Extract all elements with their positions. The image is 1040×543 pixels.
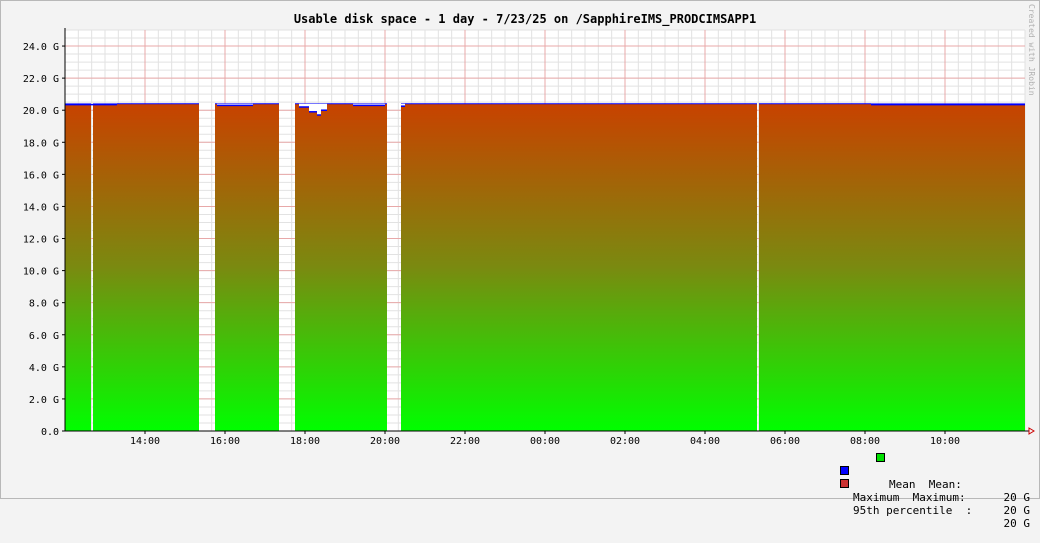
y-tick-label: 6.0 G [29, 331, 59, 342]
maximum-dip-fill [317, 103, 321, 116]
legend-value-maximum: 20 G [1003, 504, 1031, 517]
data-area-segment [215, 103, 279, 431]
maximum-dip-fill [309, 103, 317, 112]
y-tick-label: 14.0 G [23, 202, 59, 213]
y-tick-label: 2.0 G [29, 395, 59, 406]
y-tick-label: 20.0 G [23, 106, 59, 117]
legend-swatch-mean [876, 453, 885, 462]
x-tick-label: 20:00 [370, 436, 400, 447]
legend: Mean Mean: 20 G Maximum Maximum: 20 G 95… [840, 452, 1030, 530]
data-area-segment [295, 103, 387, 431]
y-tick-label: 16.0 G [23, 170, 59, 181]
legend-swatch-maximum [840, 466, 849, 475]
x-tick-label: 02:00 [610, 436, 640, 447]
x-tick-label: 10:00 [930, 436, 960, 447]
y-tick-label: 8.0 G [29, 299, 59, 310]
x-tick-label: 00:00 [530, 436, 560, 447]
x-tick-labels: 14:00 16:00 18:00 20:00 22:00 00:00 02:00 04:00… [130, 436, 960, 447]
x-tick-label: 06:00 [770, 436, 800, 447]
x-tick-label: 18:00 [290, 436, 320, 447]
legend-label-maximum: Maximum Maximum: [853, 491, 966, 504]
x-tick-label: 22:00 [450, 436, 480, 447]
x-axis-arrow [1028, 427, 1035, 435]
chart: Usable disk space - 1 day - 7/23/25 on /… [23, 4, 1036, 447]
y-tick-label: 12.0 G [23, 235, 59, 246]
x-tick-label: 16:00 [210, 436, 240, 447]
y-tick-labels: 0.0 2.0 G 4.0 G 6.0 G 8.0 G 10.0 G 12.0 G 14.0 … [23, 42, 59, 438]
data-area-segment [759, 103, 1025, 431]
chart-title: Usable disk space - 1 day - 7/23/25 on /… [294, 12, 756, 27]
data-area-segment [93, 103, 199, 431]
y-tick-label: 10.0 G [23, 267, 59, 278]
legend-item-95th-percentile: 95th percentile : 20 G [840, 478, 1030, 530]
legend-swatch-95th-percentile [840, 479, 849, 488]
y-tick-label: 0.0 [41, 427, 59, 438]
x-tick-label: 14:00 [130, 436, 160, 447]
x-tick-label: 04:00 [690, 436, 720, 447]
y-tick-label: 4.0 G [29, 363, 59, 374]
legend-item-mean: Mean Mean: 20 G [840, 452, 1030, 504]
data-area-segment [65, 103, 91, 431]
legend-label-95th-percentile: 95th percentile : [853, 504, 973, 517]
data-area-segment [401, 103, 757, 431]
y-tick-label: 22.0 G [23, 74, 59, 85]
x-tick-label: 08:00 [850, 436, 880, 447]
y-tick-label: 24.0 G [23, 42, 59, 53]
watermark: Created with JRobin [1027, 4, 1036, 96]
y-tick-label: 18.0 G [23, 138, 59, 149]
maximum-dip-fill [321, 103, 327, 111]
legend-value-95th-percentile: 20 G [1003, 517, 1031, 530]
legend-value-mean: 20 G [1003, 491, 1031, 504]
legend-item-maximum: Maximum Maximum: 20 G [840, 465, 1030, 517]
